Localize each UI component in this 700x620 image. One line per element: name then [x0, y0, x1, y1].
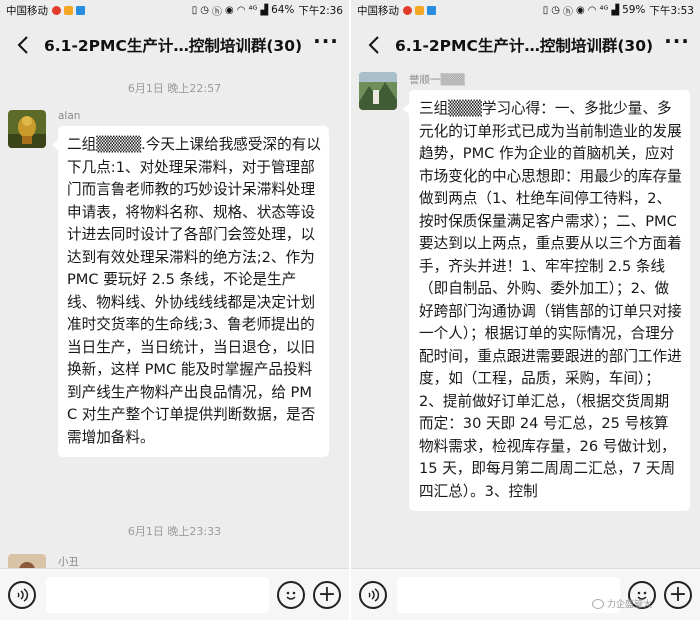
system-icons: ▯ ◷ ⓗ ◉ ◠ ⁴ᴳ ▟ [543, 3, 619, 18]
chat-nav-bar: 6.1-2PMC生产计…控制培训群(30) ··· [0, 20, 349, 70]
battery-label: 64% [271, 4, 295, 16]
back-button[interactable] [10, 32, 36, 58]
plus-icon: + [317, 581, 337, 607]
message-bubble[interactable]: 三组▒▒▒学习心得：一、多批少量、多元化的订单形式已成为当前制造业的发展趋势，P… [403, 90, 690, 511]
hd-icon: ⓗ [563, 6, 573, 18]
smiley-icon [286, 591, 296, 600]
voice-icon [368, 587, 380, 602]
alarm-icon: ◷ [200, 4, 209, 16]
input-bar: + [0, 568, 349, 620]
timestamp: 6月1日 晚上22:57 [127, 82, 222, 95]
vibrate-icon: ▯ [191, 4, 198, 16]
voice-button[interactable] [8, 580, 36, 609]
message-list[interactable]: 6月1日 晚上22:57 alan 二组▒▒▒▒.今天上课给我感受深的有以下几点… [0, 70, 349, 568]
app-icon [415, 5, 424, 15]
wifi-icon: ◠ [236, 4, 246, 16]
sender-name: 小丑 [58, 556, 79, 568]
plus-icon: + [668, 581, 688, 607]
signal-label: ⁴ᴳ [599, 4, 609, 16]
more-options-button[interactable]: ··· [313, 31, 339, 54]
back-button[interactable] [361, 32, 387, 58]
chevron-left-icon [17, 36, 28, 54]
notification-icons [403, 5, 436, 15]
wifi-icon: ◠ [587, 4, 597, 16]
message-input[interactable] [397, 576, 620, 613]
send-icon [427, 5, 436, 15]
avatar-image [8, 554, 46, 568]
add-button[interactable]: + [664, 580, 692, 609]
eye-icon: ◉ [225, 4, 234, 16]
status-bar: 中国移动 ▯ ◷ ⓗ ◉ ◠ ⁴ᴳ ▟ 64% 下午2:36 [0, 0, 349, 20]
message-bubble[interactable]: 二组▒▒▒▒.今天上课给我感受深的有以下几点:1、对处理呆滞料，对于管理部门而言… [52, 126, 329, 457]
carrier-label: 中国移动 [357, 4, 399, 17]
voice-button[interactable] [359, 580, 387, 609]
signal-icon: ▟ [611, 4, 620, 16]
signal-label: ⁴ᴳ [248, 4, 258, 16]
status-bar: 中国移动 ▯ ◷ ⓗ ◉ ◠ ⁴ᴳ ▟ 59% 下午3:53 [351, 0, 700, 20]
vibrate-icon: ▯ [542, 4, 549, 16]
clock-label: 下午2:36 [298, 4, 343, 17]
voice-icon [17, 587, 29, 602]
watermark-text: 力企盛管大 [606, 600, 652, 610]
avatar[interactable] [359, 72, 397, 110]
message-input[interactable] [46, 576, 269, 613]
clock-label: 下午3:53 [649, 4, 694, 17]
chat-title: 6.1-2PMC生产计…控制培训群(30) [44, 37, 303, 55]
hd-icon: ⓗ [212, 6, 222, 18]
sender-name: alan [58, 110, 81, 122]
message-list[interactable]: 誉顺一▒▒▒ 三组▒▒▒学习心得：一、多批少量、多元化的订单形式已成为当前制造业… [351, 70, 700, 568]
right-chat-screen: 中国移动 ▯ ◷ ⓗ ◉ ◠ ⁴ᴳ ▟ 59% 下午3:53 6.1-2PMC生… [351, 0, 700, 620]
input-bar: + [351, 568, 700, 620]
signal-icon: ▟ [260, 4, 269, 16]
more-options-button[interactable]: ··· [664, 31, 690, 54]
carrier-label: 中国移动 [6, 4, 48, 17]
add-button[interactable]: + [313, 580, 341, 609]
notification-icons [52, 5, 85, 15]
weibo-icon [403, 5, 412, 15]
eye-icon: ◉ [576, 4, 585, 16]
timestamp: 6月1日 晚上23:33 [127, 525, 222, 538]
avatar-image [359, 72, 397, 110]
system-icons: ▯ ◷ ⓗ ◉ ◠ ⁴ᴳ ▟ [192, 3, 268, 18]
avatar[interactable] [8, 554, 46, 568]
send-icon [76, 5, 85, 15]
battery-label: 59% [622, 4, 646, 16]
sender-name: 誉顺一▒▒▒ [409, 74, 465, 86]
weibo-icon [52, 5, 61, 15]
watermark: 力企盛管大 [591, 597, 652, 610]
chevron-left-icon [368, 36, 379, 54]
chat-nav-bar: 6.1-2PMC生产计…控制培训群(30) ··· [351, 20, 700, 70]
app-icon [64, 5, 73, 15]
alarm-icon: ◷ [551, 4, 560, 16]
avatar-image [8, 110, 46, 148]
emoji-button[interactable] [277, 580, 305, 609]
left-chat-screen: 中国移动 ▯ ◷ ⓗ ◉ ◠ ⁴ᴳ ▟ 64% 下午2:36 6.1-2PMC生… [0, 0, 349, 620]
avatar[interactable] [8, 110, 46, 148]
wechat-icon [591, 598, 604, 609]
chat-title: 6.1-2PMC生产计…控制培训群(30) [395, 37, 654, 55]
